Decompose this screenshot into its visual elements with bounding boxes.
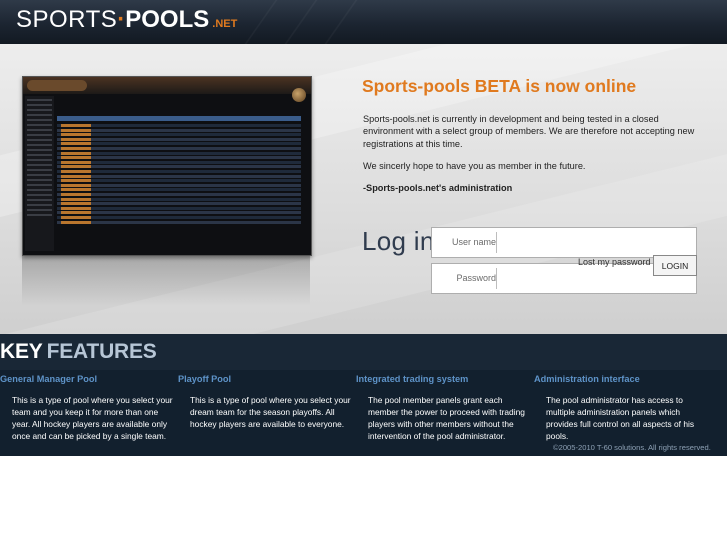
features-title-key: KEY bbox=[0, 340, 43, 363]
preview-table-row bbox=[57, 179, 301, 183]
feature-title[interactable]: Integrated trading system bbox=[356, 374, 468, 384]
username-label: User name bbox=[451, 237, 496, 247]
signature-text: -Sports-pools.net's administration bbox=[363, 183, 513, 193]
features-title: KEY FEATURES bbox=[0, 340, 157, 364]
preview-reflection bbox=[22, 256, 310, 306]
preview-row-label bbox=[61, 160, 91, 164]
preview-table-row bbox=[57, 193, 301, 196]
preview-table-row bbox=[57, 202, 301, 206]
preview-table-row bbox=[57, 156, 301, 160]
site-logo[interactable]: SPORTS·POOLS .NET bbox=[16, 6, 237, 34]
preview-row-label bbox=[61, 220, 91, 224]
hero-section: Sports-pools BETA is now online Sports-p… bbox=[0, 44, 727, 334]
username-input[interactable] bbox=[500, 231, 694, 255]
field-divider bbox=[496, 232, 497, 253]
preview-logo bbox=[27, 80, 87, 91]
key-features-section: KEY FEATURES General Manager Pool This is… bbox=[0, 334, 727, 456]
preview-table-row bbox=[57, 137, 301, 141]
preview-row-label bbox=[61, 193, 91, 196]
page-title: Sports-pools BETA is now online bbox=[362, 76, 637, 96]
preview-table-row bbox=[57, 197, 301, 201]
preview-row-label bbox=[61, 142, 91, 146]
preview-table-row bbox=[57, 124, 301, 127]
username-field[interactable]: User name bbox=[431, 227, 697, 258]
login-button[interactable]: LOGIN bbox=[653, 255, 697, 276]
intro-text: Sports-pools.net is currently in develop… bbox=[363, 114, 695, 149]
feature-title[interactable]: Administration interface bbox=[534, 374, 640, 384]
preview-row-label bbox=[61, 147, 91, 150]
field-divider bbox=[496, 268, 497, 289]
preview-table-row bbox=[57, 170, 301, 173]
preview-table-row bbox=[57, 216, 301, 219]
preview-row-label bbox=[61, 133, 91, 137]
logo-text-sports: SPORTS bbox=[16, 6, 118, 33]
preview-row-label bbox=[61, 151, 91, 155]
feature-description: The pool administrator has access to mul… bbox=[546, 395, 695, 441]
preview-row-label bbox=[61, 216, 91, 219]
preview-row-label bbox=[61, 211, 91, 215]
preview-row-label bbox=[61, 179, 91, 183]
feature-title[interactable]: General Manager Pool bbox=[0, 374, 97, 384]
header-stripe bbox=[284, 0, 318, 44]
preview-row-label bbox=[61, 137, 91, 141]
feature-description: The pool member panels grant each member… bbox=[368, 395, 525, 441]
preview-row-label bbox=[61, 174, 91, 178]
preview-table-row bbox=[57, 151, 301, 155]
preview-table-row bbox=[57, 211, 301, 215]
preview-table-row bbox=[57, 183, 301, 187]
lost-password-link[interactable]: Lost my password bbox=[578, 257, 651, 267]
preview-row-label bbox=[61, 188, 91, 192]
preview-table-row bbox=[57, 133, 301, 137]
login-title: Log in bbox=[362, 226, 435, 256]
preview-row-label bbox=[61, 183, 91, 187]
preview-table-row bbox=[57, 220, 301, 224]
preview-table-row bbox=[57, 160, 301, 164]
preview-table-row bbox=[57, 147, 301, 150]
preview-row-label bbox=[61, 156, 91, 160]
preview-row-label bbox=[61, 124, 91, 127]
hope-text: We sincerly hope to have you as member i… bbox=[363, 161, 586, 171]
site-header: SPORTS·POOLS .NET bbox=[0, 0, 727, 44]
app-preview-screenshot bbox=[22, 76, 312, 256]
preview-table-row bbox=[57, 142, 301, 146]
preview-table-row bbox=[57, 174, 301, 178]
preview-table-row bbox=[57, 206, 301, 210]
preview-row-label bbox=[61, 206, 91, 210]
preview-table-row bbox=[57, 188, 301, 192]
features-title-rest: FEATURES bbox=[46, 340, 157, 363]
preview-row-label bbox=[61, 128, 91, 132]
header-stripe bbox=[324, 0, 358, 44]
password-label: Password bbox=[456, 273, 496, 283]
preview-sidebar bbox=[25, 96, 54, 251]
preview-row-label bbox=[61, 197, 91, 201]
feature-title[interactable]: Playoff Pool bbox=[178, 374, 231, 384]
preview-row-label bbox=[61, 170, 91, 173]
logo-tld: .NET bbox=[212, 18, 238, 30]
feature-description: This is a type of pool where you select … bbox=[12, 395, 173, 441]
preview-table bbox=[57, 96, 301, 251]
preview-row-label bbox=[61, 165, 91, 169]
preview-table-row bbox=[57, 165, 301, 169]
preview-table-row bbox=[57, 128, 301, 132]
feature-description: This is a type of pool where you select … bbox=[190, 395, 351, 429]
logo-text-pools: POOLS bbox=[125, 6, 210, 33]
preview-table-header bbox=[57, 116, 301, 121]
header-stripe bbox=[244, 0, 278, 44]
copyright-text: ©2005-2010 T-60 solutions. All rights re… bbox=[553, 443, 711, 452]
preview-row-label bbox=[61, 202, 91, 206]
